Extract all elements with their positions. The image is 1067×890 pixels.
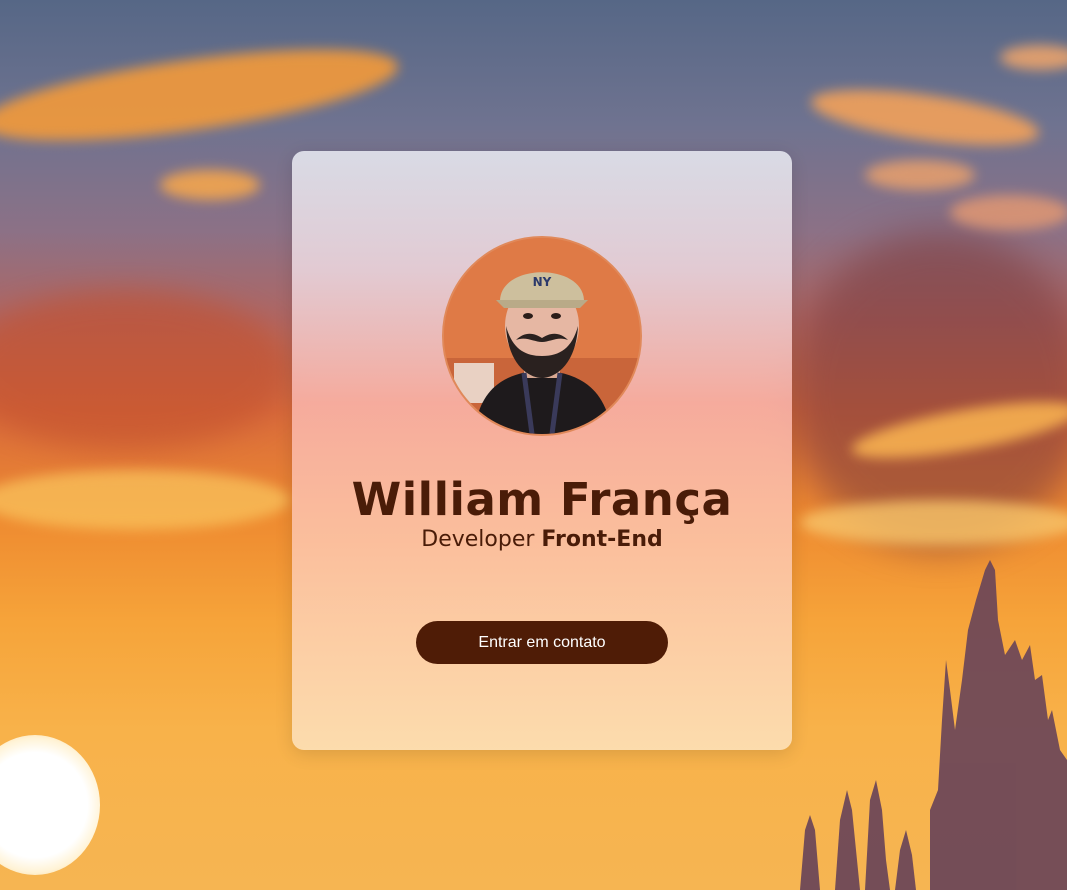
profile-photo-icon: NY <box>444 238 640 434</box>
city-towers-silhouette <box>800 560 1067 890</box>
cloud <box>160 170 260 200</box>
cloud <box>0 31 403 159</box>
cloud <box>800 500 1067 545</box>
cloud <box>1000 45 1067 70</box>
sun <box>0 735 100 875</box>
profile-role: Developer Front-End <box>292 527 792 552</box>
role-highlight: Front-End <box>541 527 663 552</box>
avatar: NY <box>442 236 642 436</box>
svg-text:NY: NY <box>533 275 552 289</box>
role-prefix: Developer <box>421 527 535 552</box>
profile-name: William França <box>351 473 733 526</box>
cloud <box>0 290 290 450</box>
cloud <box>807 79 1043 156</box>
cloud <box>0 470 290 530</box>
profile-card: NY William França Developer Front-End En… <box>292 151 792 750</box>
contact-button[interactable]: Entrar em contato <box>416 621 668 664</box>
page-background: NY William França Developer Front-End En… <box>0 0 1067 890</box>
cloud <box>950 195 1067 230</box>
cloud <box>865 160 975 190</box>
